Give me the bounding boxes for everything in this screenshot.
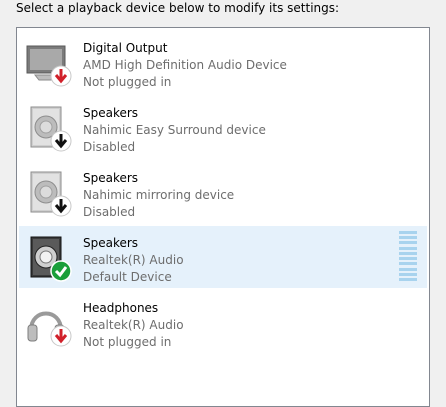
headphones-icon xyxy=(25,300,73,348)
speaker-icon xyxy=(25,235,73,283)
speaker-icon xyxy=(25,170,73,218)
volume-level-meter xyxy=(399,231,417,281)
device-item-speakers-realtek-default[interactable]: Speakers Realtek(R) Audio Default Device xyxy=(19,226,427,288)
device-status: Not plugged in xyxy=(83,75,172,89)
playback-device-list[interactable]: Digital Output AMD High Definition Audio… xyxy=(16,27,430,407)
device-item-headphones[interactable]: Headphones Realtek(R) Audio Not plugged … xyxy=(19,291,427,353)
disabled-badge xyxy=(50,130,72,152)
device-description: AMD High Definition Audio Device xyxy=(83,58,287,72)
device-description: Nahimic mirroring device xyxy=(83,188,235,202)
speaker-icon xyxy=(25,105,73,153)
device-status: Disabled xyxy=(83,140,136,154)
device-name: Speakers xyxy=(83,106,139,120)
device-name: Speakers xyxy=(83,171,139,185)
device-name: Headphones xyxy=(83,301,159,315)
not-plugged-in-badge xyxy=(50,65,72,87)
instruction-text: Select a playback device below to modify… xyxy=(16,1,340,15)
device-description: Nahimic Easy Surround device xyxy=(83,123,266,137)
device-name: Digital Output xyxy=(83,41,168,55)
not-plugged-in-badge xyxy=(50,325,72,347)
device-item-speakers-nahimic-easy-surround[interactable]: Speakers Nahimic Easy Surround device Di… xyxy=(19,96,427,158)
monitor-icon xyxy=(25,40,73,88)
device-status: Disabled xyxy=(83,205,136,219)
device-status: Default Device xyxy=(83,270,172,284)
device-status: Not plugged in xyxy=(83,335,172,349)
device-name: Speakers xyxy=(83,236,139,250)
disabled-badge xyxy=(50,195,72,217)
device-item-digital-output[interactable]: Digital Output AMD High Definition Audio… xyxy=(19,31,427,93)
default-device-check-badge xyxy=(50,260,72,282)
device-description: Realtek(R) Audio xyxy=(83,318,184,332)
device-description: Realtek(R) Audio xyxy=(83,253,184,267)
device-item-speakers-nahimic-mirroring[interactable]: Speakers Nahimic mirroring device Disabl… xyxy=(19,161,427,223)
